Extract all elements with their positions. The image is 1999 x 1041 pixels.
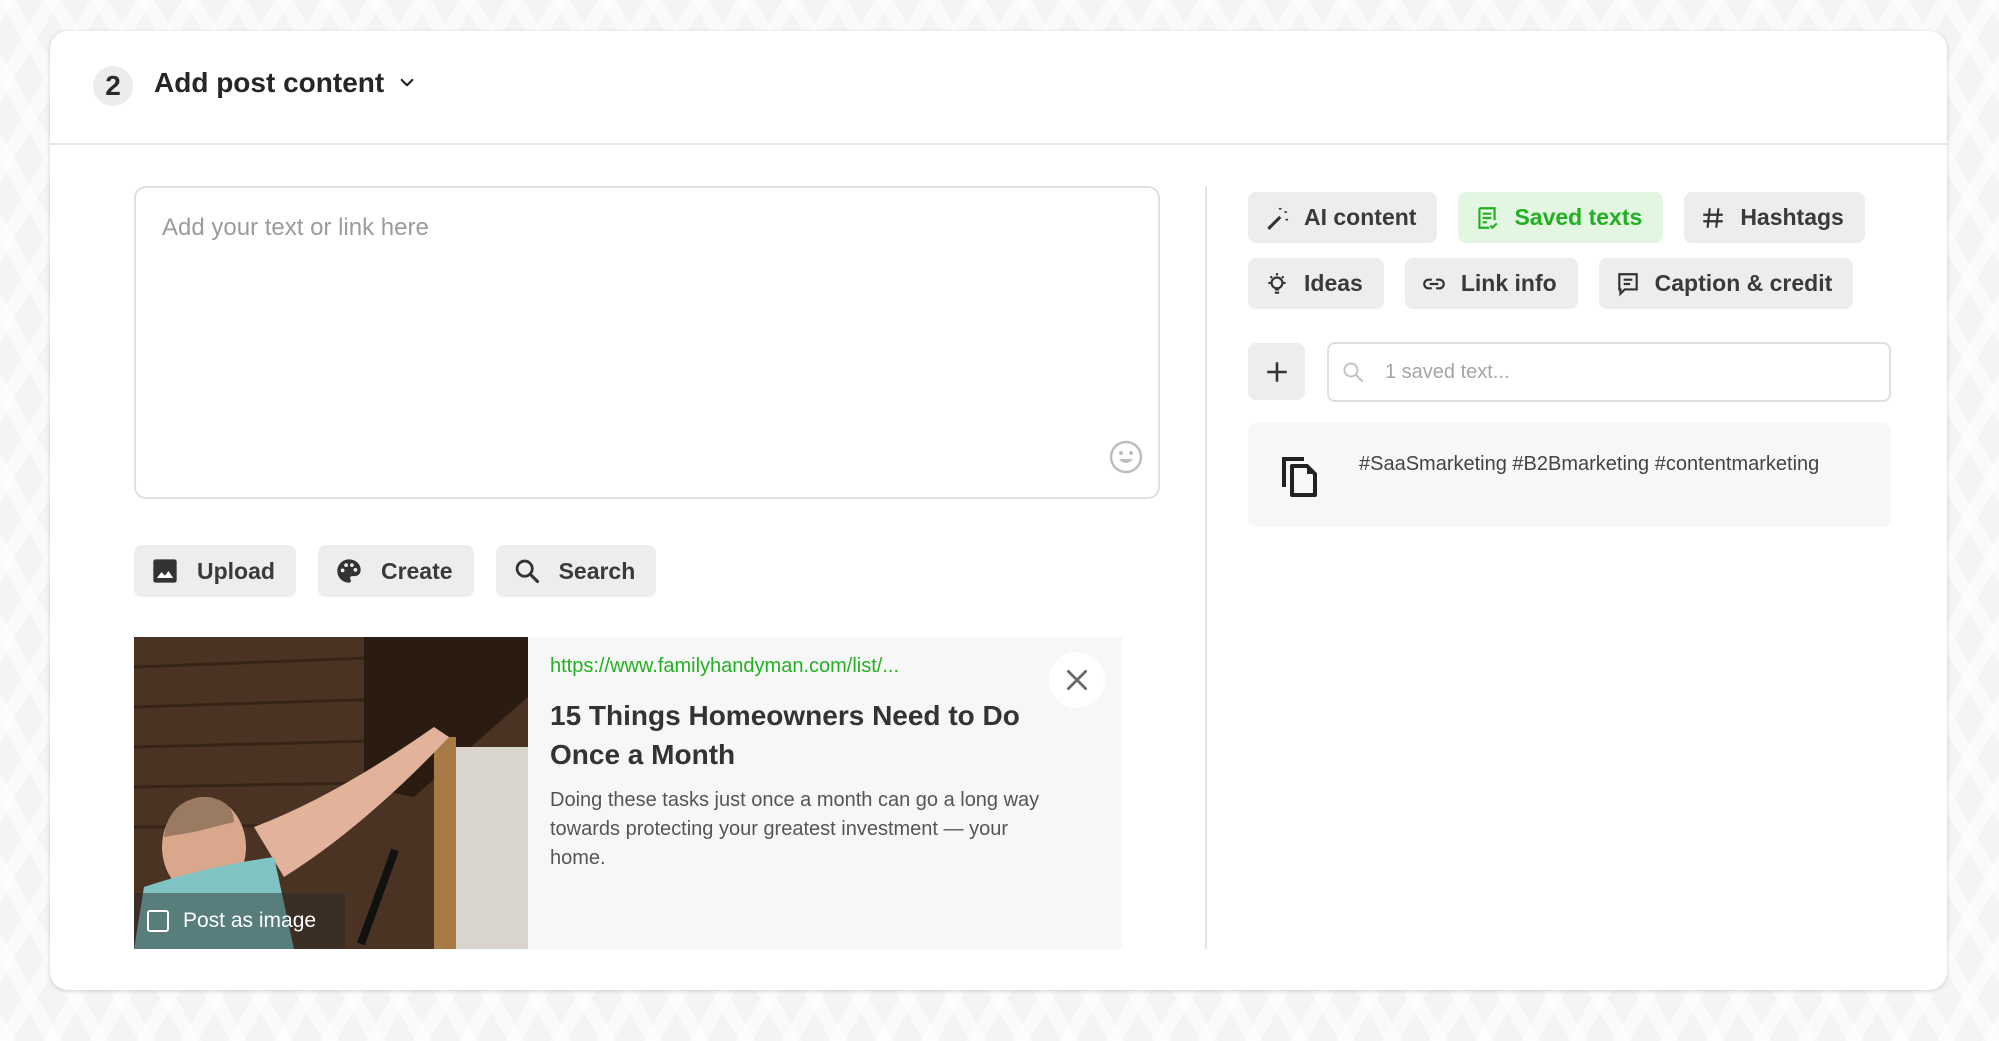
tab-hashtags-label: Hashtags bbox=[1740, 204, 1844, 230]
saved-texts-search[interactable] bbox=[1327, 342, 1891, 402]
tools-row-2: Ideas Link info Caption & credit bbox=[1248, 258, 1898, 309]
lightbulb-icon bbox=[1268, 272, 1286, 294]
media-buttons: Upload Create Search bbox=[134, 545, 657, 597]
palette-icon bbox=[337, 559, 361, 583]
image-icon bbox=[153, 559, 177, 583]
add-post-content-card: 2 Add post content Add your text or link… bbox=[50, 31, 1947, 990]
link-preview-text: https://www.familyhandyman.com/list/... … bbox=[550, 655, 1050, 873]
content-tools: AI content Saved texts Hashtags Ideas Li… bbox=[1248, 192, 1898, 324]
hashtag-icon bbox=[1703, 207, 1724, 228]
tab-saved-texts-label: Saved texts bbox=[1514, 204, 1643, 230]
plus-icon bbox=[1266, 361, 1287, 382]
magic-wand-icon bbox=[1267, 207, 1289, 230]
add-saved-text-button[interactable] bbox=[1248, 343, 1305, 400]
saved-text-content: #SaaSmarketing #B2Bmarketing #contentmar… bbox=[1359, 453, 1820, 475]
saved-text-item[interactable]: #SaaSmarketing #B2Bmarketing #contentmar… bbox=[1248, 423, 1891, 527]
close-icon bbox=[1066, 669, 1088, 691]
chevron-down-icon[interactable] bbox=[398, 74, 416, 92]
tab-caption-credit-label: Caption & credit bbox=[1654, 270, 1833, 296]
post-text-placeholder: Add your text or link here bbox=[162, 214, 429, 241]
tab-ai-content[interactable]: AI content bbox=[1248, 192, 1438, 243]
upload-label: Upload bbox=[197, 557, 275, 584]
search-icon bbox=[1343, 362, 1364, 383]
tab-link-info-label: Link info bbox=[1460, 270, 1557, 296]
upload-button[interactable]: Upload bbox=[134, 545, 296, 597]
link-preview-url[interactable]: https://www.familyhandyman.com/list/... bbox=[550, 655, 1050, 678]
remove-link-preview-button[interactable] bbox=[1049, 652, 1105, 708]
link-preview-image: Post as image bbox=[134, 637, 528, 949]
post-as-image-checkbox[interactable] bbox=[147, 910, 169, 932]
tab-saved-texts[interactable]: Saved texts bbox=[1458, 192, 1664, 243]
tools-row-1: AI content Saved texts Hashtags bbox=[1248, 192, 1898, 243]
link-icon bbox=[1423, 278, 1445, 289]
post-text-input[interactable]: Add your text or link here bbox=[134, 186, 1160, 499]
post-as-image-label: Post as image bbox=[183, 909, 317, 932]
search-media-button[interactable]: Search bbox=[495, 545, 657, 597]
saved-texts-search-input[interactable] bbox=[1383, 359, 1867, 385]
saved-texts-icon bbox=[1478, 206, 1498, 229]
search-icon bbox=[515, 559, 539, 584]
column-divider bbox=[1205, 186, 1207, 949]
tab-caption-credit[interactable]: Caption & credit bbox=[1598, 258, 1854, 309]
create-button[interactable]: Create bbox=[317, 545, 474, 597]
tab-link-info[interactable]: Link info bbox=[1404, 258, 1578, 309]
tab-ideas[interactable]: Ideas bbox=[1248, 258, 1384, 309]
caption-icon bbox=[1617, 272, 1638, 296]
tab-ideas-label: Ideas bbox=[1304, 270, 1363, 296]
emoji-icon[interactable] bbox=[1108, 439, 1144, 475]
section-header[interactable]: 2 Add post content bbox=[50, 31, 1947, 145]
tab-hashtags[interactable]: Hashtags bbox=[1684, 192, 1865, 243]
search-label: Search bbox=[558, 557, 636, 584]
step-number-badge: 2 bbox=[93, 66, 133, 106]
copy-icon[interactable] bbox=[1280, 453, 1320, 499]
create-label: Create bbox=[380, 557, 453, 584]
post-as-image-toggle[interactable]: Post as image bbox=[134, 893, 345, 949]
tab-ai-content-label: AI content bbox=[1304, 204, 1417, 230]
section-title-text: Add post content bbox=[154, 67, 385, 98]
link-preview-description: Doing these tasks just once a month can … bbox=[550, 789, 1040, 869]
link-preview-title: 15 Things Homeowners Need to Do Once a M… bbox=[550, 700, 1020, 770]
link-preview-card: Post as image https://www.familyhandyman… bbox=[134, 637, 1122, 949]
section-title[interactable]: Add post content bbox=[154, 67, 416, 99]
